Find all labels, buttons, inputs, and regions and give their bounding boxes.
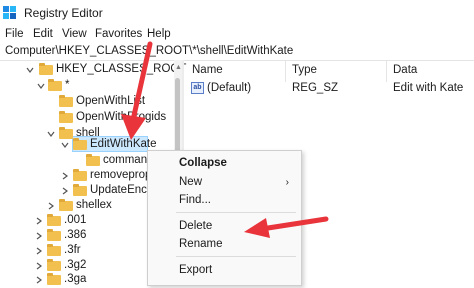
tree-label: .3fr [64, 244, 81, 256]
folder-icon [47, 229, 61, 241]
menu-edit[interactable]: Edit [33, 28, 53, 40]
folder-icon [73, 138, 87, 150]
chevron-right-icon[interactable] [35, 217, 43, 225]
tree-item-hkcr[interactable]: HKEY_CLASSES_ROOT [0, 62, 186, 78]
menu-separator [176, 256, 296, 257]
chevron-down-icon[interactable] [26, 66, 34, 74]
string-value-icon: ab [191, 82, 204, 94]
tree-label: * [65, 79, 70, 91]
menu-item-rename[interactable]: Rename [179, 238, 222, 250]
address-bar[interactable]: Computer\HKEY_CLASSES_ROOT\*\shell\EditW… [0, 43, 474, 61]
context-menu: Collapse New › Find... Delete Rename Exp… [147, 150, 302, 286]
folder-icon [48, 79, 62, 91]
folder-icon [47, 214, 61, 226]
folder-icon [39, 63, 53, 75]
folder-icon [47, 244, 61, 256]
tree-label: EditWithKate [90, 138, 157, 150]
chevron-right-icon[interactable] [61, 187, 69, 195]
menu-bar: File Edit View Favorites Help [0, 26, 474, 43]
folder-icon [73, 184, 87, 196]
tree-label: .3ga [64, 273, 87, 285]
tree-label: OpenWithProgids [76, 111, 167, 123]
tree-item-openwithlist[interactable]: OpenWithList [0, 94, 175, 110]
column-separator[interactable] [386, 60, 387, 82]
menu-item-new[interactable]: New [179, 176, 202, 188]
tree-label: .386 [64, 229, 87, 241]
tree-label: shellex [76, 199, 112, 211]
tree-label: command [103, 154, 154, 166]
scrollbar-thumb[interactable] [175, 78, 180, 158]
chevron-right-icon[interactable] [35, 247, 43, 255]
folder-icon [86, 154, 100, 166]
scroll-up-icon[interactable]: ▲ [175, 64, 182, 71]
value-data: Edit with Kate [393, 82, 464, 94]
tree-item-star[interactable]: * [0, 78, 175, 94]
chevron-down-icon[interactable] [37, 82, 45, 90]
chevron-right-icon[interactable] [35, 276, 43, 284]
column-separator[interactable] [285, 60, 286, 82]
tree-label: OpenWithList [76, 95, 146, 107]
address-path[interactable]: Computer\HKEY_CLASSES_ROOT\*\shell\EditW… [5, 45, 293, 57]
chevron-right-icon[interactable] [35, 262, 43, 270]
folder-icon [59, 199, 73, 211]
menu-item-delete[interactable]: Delete [179, 220, 212, 232]
chevron-right-icon[interactable] [47, 202, 55, 210]
value-type: REG_SZ [292, 82, 339, 94]
menu-item-find[interactable]: Find... [179, 194, 211, 206]
menu-help[interactable]: Help [147, 28, 171, 40]
submenu-arrow-icon: › [285, 177, 289, 188]
menu-item-collapse[interactable]: Collapse [179, 157, 227, 169]
menu-item-export[interactable]: Export [179, 264, 212, 276]
tree-item-openwithprogids[interactable]: OpenWithProgids [0, 110, 175, 126]
window-title: Registry Editor [24, 6, 103, 20]
column-header-name[interactable]: Name [192, 64, 223, 76]
tree-label: .3g2 [64, 259, 87, 271]
folder-icon [73, 169, 87, 181]
tree-label: HKEY_CLASSES_ROOT [56, 63, 187, 75]
chevron-down-icon[interactable] [61, 141, 69, 149]
tree-label: .001 [64, 214, 87, 226]
chevron-right-icon[interactable] [61, 172, 69, 180]
menu-favorites[interactable]: Favorites [95, 28, 142, 40]
title-bar: Registry Editor [0, 0, 474, 26]
menu-view[interactable]: View [62, 28, 87, 40]
folder-icon [59, 95, 73, 107]
folder-icon [59, 111, 73, 123]
chevron-right-icon[interactable] [35, 232, 43, 240]
menu-separator [176, 212, 296, 213]
menu-file[interactable]: File [5, 28, 24, 40]
column-header-type[interactable]: Type [292, 64, 317, 76]
folder-icon [47, 273, 61, 285]
column-header-data[interactable]: Data [393, 64, 417, 76]
folder-icon [47, 259, 61, 271]
value-name: (Default) [207, 82, 252, 94]
registry-editor-icon [3, 6, 16, 19]
